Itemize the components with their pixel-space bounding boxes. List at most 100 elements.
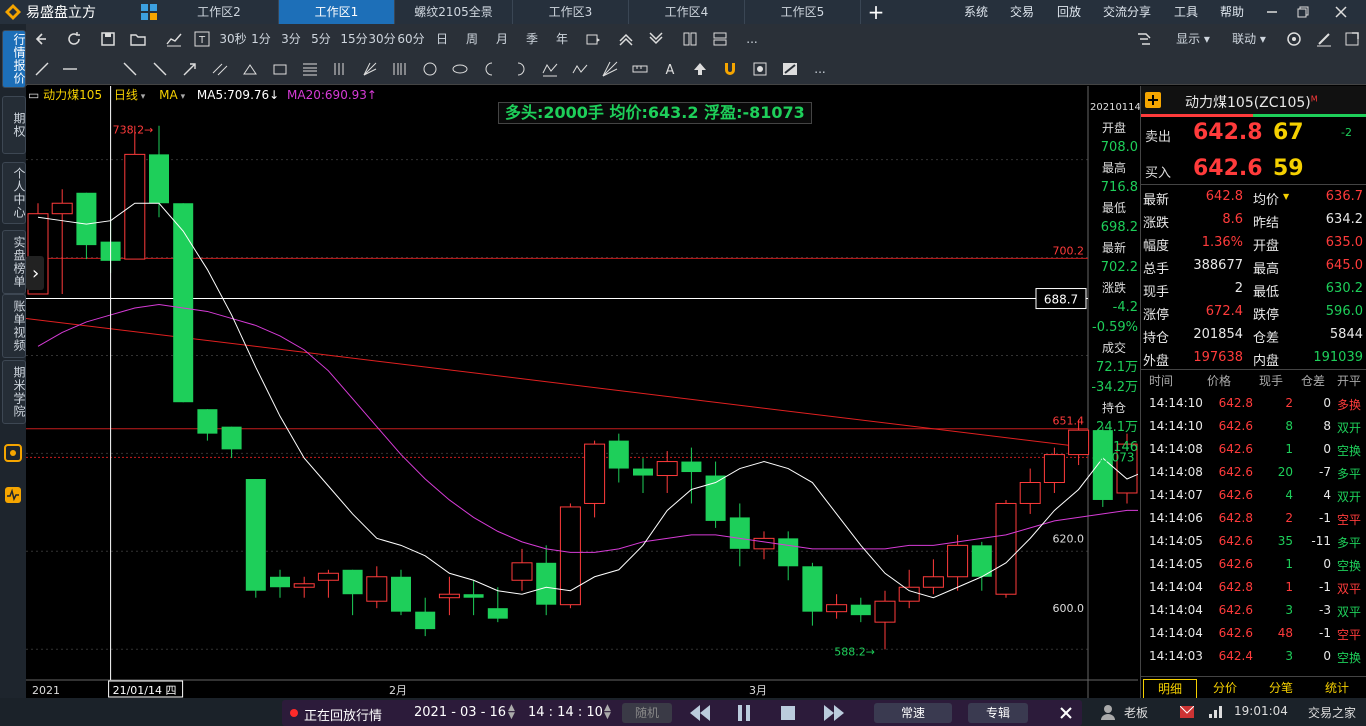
ask-price[interactable]: 642.8 — [1193, 120, 1263, 145]
menu-system[interactable]: 系统 — [964, 0, 988, 24]
tab-workspace-2[interactable]: 工作区2 — [160, 0, 279, 24]
menu-share[interactable]: 交流分享 — [1103, 0, 1151, 24]
sync-icon[interactable] — [1286, 31, 1302, 47]
mode-button[interactable]: 专辑 — [968, 703, 1028, 723]
draw-fib-icon[interactable] — [302, 61, 318, 77]
line-chart-icon[interactable] — [166, 31, 182, 47]
period-60m[interactable]: 60分 — [396, 24, 426, 54]
tab-ticks[interactable]: 分笔 — [1255, 679, 1307, 697]
sidebar-item-rankings[interactable]: 实盘榜单 — [2, 230, 26, 294]
pulse-icon[interactable] — [4, 486, 22, 504]
open-folder-icon[interactable] — [130, 31, 146, 47]
up-arrow-icon[interactable] — [692, 61, 708, 77]
draw-rect-icon[interactable] — [272, 61, 288, 77]
pen-icon[interactable] — [1316, 31, 1332, 47]
random-button[interactable]: 随机 — [622, 703, 672, 723]
kline-svg[interactable]: 738.2→588.2→700.2651.4620.0600.0688.7-81… — [25, 86, 1283, 698]
tab-price-dist[interactable]: 分价 — [1199, 679, 1251, 697]
add-tab-button[interactable]: + — [862, 0, 890, 24]
tab-workspace-5[interactable]: 工作区5 — [745, 0, 861, 24]
period-1m[interactable]: 1分 — [250, 24, 272, 54]
period-month[interactable]: 月 — [492, 24, 512, 54]
period-quarter[interactable]: 季 — [522, 24, 542, 54]
erase-icon[interactable] — [782, 61, 798, 77]
restore-icon[interactable] — [1296, 5, 1310, 19]
layout-icon[interactable] — [712, 31, 728, 47]
user-icon[interactable] — [1100, 704, 1116, 720]
close-icon[interactable] — [1334, 5, 1348, 19]
text-icon[interactable]: T — [194, 31, 210, 47]
sidebar-item-personal[interactable]: 个人中心 — [2, 162, 26, 224]
sidebar-item-quotes[interactable]: 行情报价 — [2, 30, 26, 88]
period-15m[interactable]: 15分 — [340, 24, 368, 54]
add-watch-icon[interactable] — [1145, 92, 1161, 108]
menu-tools[interactable]: 工具 — [1174, 0, 1198, 24]
chart-period[interactable]: 日线 — [114, 88, 138, 102]
time-spinner-icon[interactable]: ▲ ▼ — [604, 704, 611, 721]
draw-circle-icon[interactable] — [422, 61, 438, 77]
draw-parallel-icon[interactable] — [212, 61, 228, 77]
period-5m[interactable]: 5分 — [310, 24, 332, 54]
tab-rebar-2105[interactable]: 螺纹2105全景 — [395, 0, 513, 24]
link-dropdown[interactable]: 联动 ▾ — [1226, 24, 1272, 54]
indicator-settings-icon[interactable] — [1136, 31, 1152, 47]
chart-indicator[interactable]: MA — [159, 88, 178, 102]
display-dropdown[interactable]: 显示 ▾ — [1170, 24, 1216, 54]
close-replay-icon[interactable] — [1060, 707, 1072, 719]
draw-ray-icon[interactable] — [122, 61, 138, 77]
toolbar-more[interactable]: ... — [742, 24, 762, 54]
draw-triangle-icon[interactable] — [242, 61, 258, 77]
replay-date[interactable]: 2021 - 03 - 16 — [414, 705, 506, 720]
quote-title[interactable]: 动力煤105(ZC105)M — [1185, 92, 1318, 112]
back-icon[interactable] — [32, 31, 48, 47]
draw-arrow-icon[interactable] — [182, 61, 198, 77]
tab-detail[interactable]: 明细 — [1143, 679, 1197, 699]
custom-period-icon[interactable] — [586, 31, 602, 47]
draw-segment-icon[interactable] — [152, 61, 168, 77]
kline-chart[interactable]: 738.2→ 588.2→ 700.2 651.4 620.0 600.0 688.7 -81… — [25, 86, 1283, 698]
sidebar-item-options[interactable]: 期权 — [2, 96, 26, 154]
text-tool-icon[interactable]: A — [662, 61, 678, 77]
draw-cycle-icon[interactable] — [392, 61, 408, 77]
drawing-more[interactable]: ... — [810, 54, 830, 84]
draw-hline-icon[interactable] — [62, 61, 78, 77]
rewind-icon[interactable] — [690, 705, 710, 721]
user-name[interactable]: 老板 — [1124, 704, 1148, 721]
app-grid-icon[interactable] — [140, 3, 158, 21]
zoom-out-icon[interactable] — [648, 31, 664, 47]
magnet-icon[interactable] — [722, 61, 738, 77]
split-view-icon[interactable] — [682, 31, 698, 47]
measure-icon[interactable] — [632, 61, 648, 77]
draw-arc-left-icon[interactable] — [482, 61, 498, 77]
draw-line-icon[interactable] — [34, 61, 50, 77]
tab-workspace-3[interactable]: 工作区3 — [513, 0, 629, 24]
lock-drawing-icon[interactable] — [752, 61, 768, 77]
refresh-icon[interactable] — [66, 31, 82, 47]
pause-icon[interactable] — [736, 705, 752, 721]
draw-gann-fan-icon[interactable] — [602, 61, 618, 77]
tab-workspace-4[interactable]: 工作区4 — [629, 0, 745, 24]
tab-workspace-1[interactable]: 工作区1 — [279, 0, 395, 24]
chart-symbol[interactable]: 动力煤105 — [43, 88, 102, 102]
mail-icon[interactable] — [1180, 706, 1194, 718]
stop-icon[interactable] — [780, 705, 796, 721]
replay-time[interactable]: 14 : 14 : 10 — [528, 705, 603, 720]
tab-stats[interactable]: 统计 — [1311, 679, 1363, 697]
speed-button[interactable]: 常速 — [874, 703, 952, 723]
sidebar-item-videos[interactable]: 账单视频 — [2, 294, 26, 358]
draw-arc-right-icon[interactable] — [512, 61, 528, 77]
expand-icon[interactable] — [1344, 31, 1360, 47]
menu-trade[interactable]: 交易 — [1010, 0, 1034, 24]
zoom-in-icon[interactable] — [618, 31, 634, 47]
draw-wave-icon[interactable] — [542, 61, 558, 77]
draw-ellipse-icon[interactable] — [452, 61, 468, 77]
clock-icon[interactable] — [4, 444, 22, 462]
period-year[interactable]: 年 — [552, 24, 572, 54]
period-3m[interactable]: 3分 — [280, 24, 302, 54]
bid-price[interactable]: 642.6 — [1193, 156, 1263, 181]
period-week[interactable]: 周 — [462, 24, 482, 54]
draw-vlines-icon[interactable] — [332, 61, 348, 77]
menu-replay[interactable]: 回放 — [1057, 0, 1081, 24]
period-30s[interactable]: 30秒 — [218, 24, 248, 54]
sidebar-item-academy[interactable]: 期米学院 — [2, 360, 26, 424]
